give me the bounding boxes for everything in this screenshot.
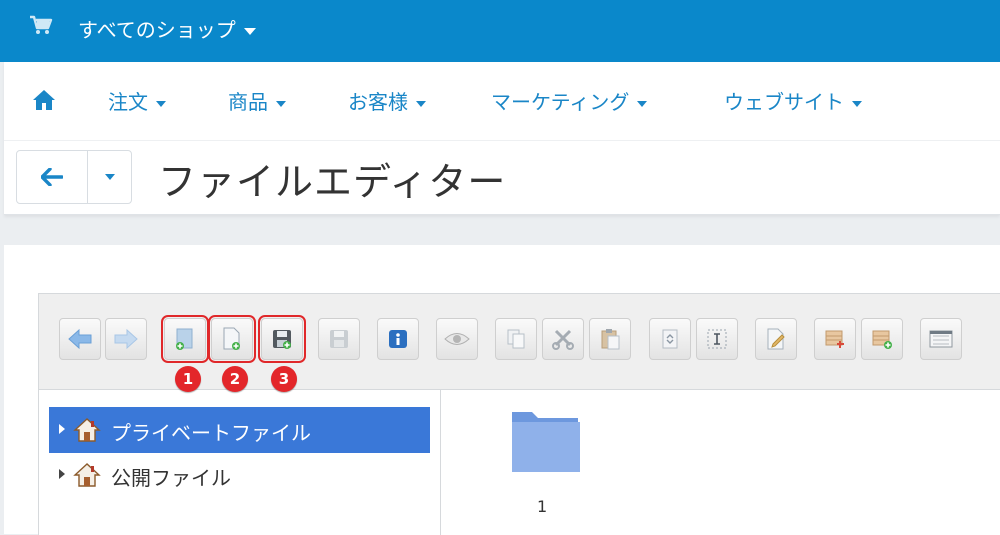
chevron-down-icon <box>852 100 862 107</box>
history-forward-button[interactable] <box>105 318 147 360</box>
preview-button[interactable] <box>436 318 478 360</box>
step-badge-2: 2 <box>222 366 248 392</box>
house-icon <box>73 462 101 492</box>
upload-save-icon <box>273 330 291 349</box>
nav-item-label: 注文 <box>108 90 148 114</box>
nav-item-website[interactable]: ウェブサイト <box>724 86 862 115</box>
back-button[interactable] <box>17 151 87 203</box>
duplicate-icon <box>662 329 678 349</box>
chevron-down-icon <box>416 100 426 107</box>
nav-item-label: ウェブサイト <box>724 90 844 114</box>
save-button[interactable] <box>318 318 360 360</box>
view-icon <box>929 330 953 348</box>
upload-button[interactable] <box>258 315 306 363</box>
step-badge-3: 3 <box>271 366 297 392</box>
new-folder-icon <box>176 328 193 350</box>
archive-button[interactable] <box>861 318 903 360</box>
chevron-down-icon <box>276 100 286 107</box>
arrow-left-icon <box>41 168 63 186</box>
tree-item-public-files[interactable]: 公開ファイル <box>49 452 430 498</box>
tree-item-private-files[interactable]: プライベートファイル <box>49 407 430 453</box>
chevron-down-icon <box>243 28 256 35</box>
cut-icon <box>552 329 574 350</box>
rename-button[interactable] <box>696 318 738 360</box>
back-dropdown-button[interactable] <box>88 151 131 203</box>
nav-item-customers[interactable]: お客様 <box>348 86 426 115</box>
top-bar: すべてのショップ <box>0 0 1000 62</box>
expand-arrow-icon[interactable] <box>59 469 65 479</box>
folder-icon[interactable] <box>472 408 584 478</box>
view-button[interactable] <box>920 318 962 360</box>
copy-icon <box>507 329 525 349</box>
nav-item-products[interactable]: 商品 <box>228 86 286 115</box>
new-file-button[interactable] <box>208 315 256 363</box>
extract-button[interactable] <box>814 318 856 360</box>
history-back-button[interactable] <box>59 318 101 360</box>
chevron-down-icon <box>104 174 115 180</box>
shop-selector[interactable]: すべてのショップ <box>78 14 256 43</box>
info-button[interactable] <box>377 318 419 360</box>
edit-icon <box>767 328 785 350</box>
new-folder-button[interactable] <box>161 315 209 363</box>
nav-item-marketing[interactable]: マーケティング <box>491 86 648 115</box>
home-icon[interactable] <box>32 89 56 115</box>
save-icon <box>330 330 348 348</box>
paste-button[interactable] <box>589 318 631 360</box>
new-file-icon <box>223 327 240 350</box>
paste-icon <box>601 329 620 350</box>
chevron-down-icon <box>156 100 166 107</box>
info-icon <box>389 330 407 348</box>
chevron-down-icon <box>637 100 648 107</box>
step-badge-1: 1 <box>175 366 201 392</box>
copy-button[interactable] <box>495 318 537 360</box>
header-card: 注文 商品 お客様 マーケティング ウェブサイト ファイルエディター <box>4 62 1000 215</box>
back-button-group <box>16 150 132 204</box>
main-nav: 注文 商品 お客様 マーケティング ウェブサイト <box>4 62 1000 141</box>
extract-icon <box>825 330 844 348</box>
tree-item-label: プライベートファイル <box>111 421 311 445</box>
cut-button[interactable] <box>542 318 584 360</box>
shop-selector-label: すべてのショップ <box>78 18 236 42</box>
folder-tree: プライベートファイル 公開ファイル <box>39 390 441 535</box>
house-icon <box>73 417 101 447</box>
nav-item-label: 商品 <box>228 90 268 114</box>
arrow-right-icon <box>114 328 138 350</box>
nav-item-orders[interactable]: 注文 <box>108 86 166 115</box>
preview-eye-icon <box>444 333 470 345</box>
nav-item-label: お客様 <box>348 90 408 114</box>
arrow-left-icon <box>68 328 92 350</box>
duplicate-button[interactable] <box>649 318 691 360</box>
page-title: ファイルエディター <box>158 160 507 204</box>
edit-button[interactable] <box>755 318 797 360</box>
rename-icon <box>707 329 727 349</box>
archive-icon <box>872 330 892 349</box>
tree-item-label: 公開ファイル <box>111 466 231 490</box>
file-item-name: 1 <box>537 497 548 516</box>
expand-arrow-icon[interactable] <box>59 424 65 434</box>
cart-icon <box>28 13 54 43</box>
nav-item-label: マーケティング <box>491 90 630 114</box>
